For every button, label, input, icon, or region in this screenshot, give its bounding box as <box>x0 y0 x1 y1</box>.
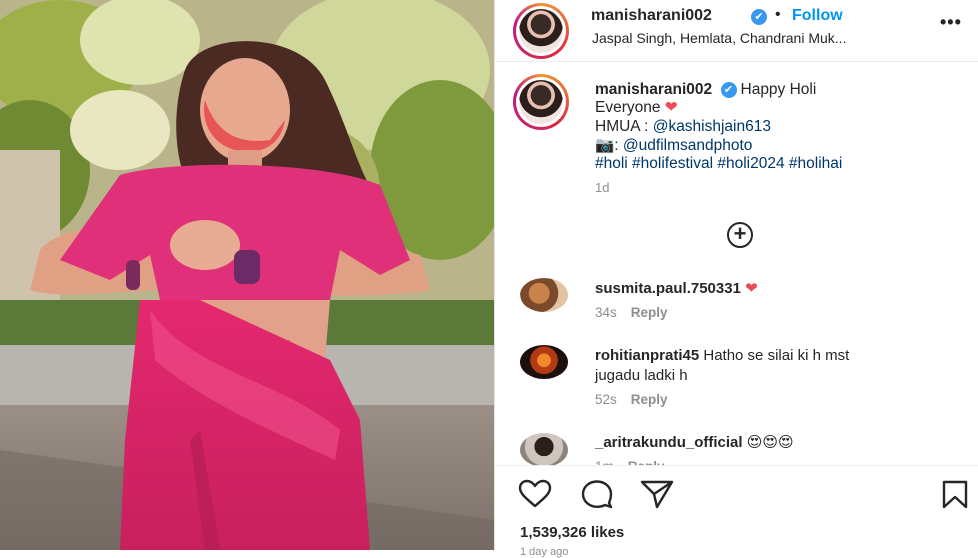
tagged-people[interactable]: Jaspal Singh, Hemlata, Chandrani Muk... <box>592 30 846 46</box>
post-sidebar: manisharani002 ✔ • Follow Jaspal Singh, … <box>494 0 978 558</box>
comment-username[interactable]: susmita.paul.750331 <box>595 280 741 297</box>
comment-bubble-icon[interactable] <box>579 479 615 509</box>
comment-avatar[interactable] <box>520 345 568 379</box>
author-username[interactable]: manisharani002 <box>591 7 712 25</box>
follow-button[interactable]: Follow <box>792 7 843 25</box>
more-options-icon[interactable]: ••• <box>940 12 962 33</box>
comment-heart-icon: ❤ <box>745 280 758 297</box>
caption-heart-icon: ❤ <box>664 99 678 116</box>
heart-outline-icon[interactable] <box>517 479 553 509</box>
comment-text: susmita.paul.750331 ❤ <box>595 279 758 299</box>
caption-text: Happy Holi <box>740 81 817 98</box>
reply-button[interactable]: Reply <box>631 305 668 320</box>
likes-count[interactable]: 1,539,326 likes <box>520 524 624 541</box>
caption-timestamp: 1d <box>595 180 610 195</box>
post-header: manisharani002 ✔ • Follow Jaspal Singh, … <box>495 0 978 62</box>
action-bar: 1,539,326 likes 1 day ago <box>495 465 978 558</box>
paper-plane-icon[interactable] <box>639 479 675 509</box>
caption-author-avatar[interactable] <box>513 74 569 130</box>
caption-username[interactable]: manisharani002 <box>595 81 712 98</box>
caption-second-line: Everyone ❤ <box>595 99 678 117</box>
load-more-comments-button[interactable]: + <box>727 222 753 248</box>
post-media[interactable] <box>0 0 494 550</box>
comment-meta: 52s Reply <box>595 392 668 407</box>
reply-button[interactable]: Reply <box>631 392 668 407</box>
comment-username[interactable]: rohitianprati45 <box>595 347 699 364</box>
comment-emoji: 😍😍😍 <box>746 434 794 451</box>
camera-icon: 📷: <box>595 137 623 154</box>
post-photo <box>0 0 494 550</box>
post-age: 1 day ago <box>520 546 569 558</box>
comment-meta: 34s Reply <box>595 305 668 320</box>
hashtag-links[interactable]: #holi #holifestival #holi2024 #holihai <box>595 155 842 172</box>
caption-hashtags: #holi #holifestival #holi2024 #holihai <box>595 155 842 173</box>
comment-time: 52s <box>595 392 617 407</box>
separator-dot: • <box>775 6 781 23</box>
comment-text: rohitianprati45 Hatho se silai ki h mst <box>595 346 849 366</box>
author-avatar[interactable] <box>513 3 569 59</box>
caption-first-line: manisharani002 ✔ Happy Holi <box>595 81 816 99</box>
comment-username[interactable]: _aritrakundu_official <box>595 434 743 451</box>
comment-body: Hatho se silai ki h mst <box>703 347 850 364</box>
verified-badge-icon: ✔ <box>751 9 767 25</box>
comment-text: _aritrakundu_official 😍😍😍 <box>595 433 794 453</box>
comment-text-continued: jugadu ladki h <box>595 367 688 384</box>
caption-text-2: Everyone <box>595 99 661 116</box>
caption-hmua-line: HMUA : @kashishjain613 <box>595 118 771 136</box>
caption-hmua-prefix: HMUA : <box>595 118 653 135</box>
comment-avatar[interactable] <box>520 433 568 467</box>
photo-mention-link[interactable]: @udfilmsandphoto <box>623 137 752 154</box>
comment-time: 34s <box>595 305 617 320</box>
caption-photo-line: 📷: @udfilmsandphoto <box>595 137 752 155</box>
hmua-mention-link[interactable]: @kashishjain613 <box>653 118 771 135</box>
caption-verified-icon: ✔ <box>720 82 737 98</box>
comment-avatar[interactable] <box>520 278 568 312</box>
bookmark-icon[interactable] <box>937 479 973 509</box>
